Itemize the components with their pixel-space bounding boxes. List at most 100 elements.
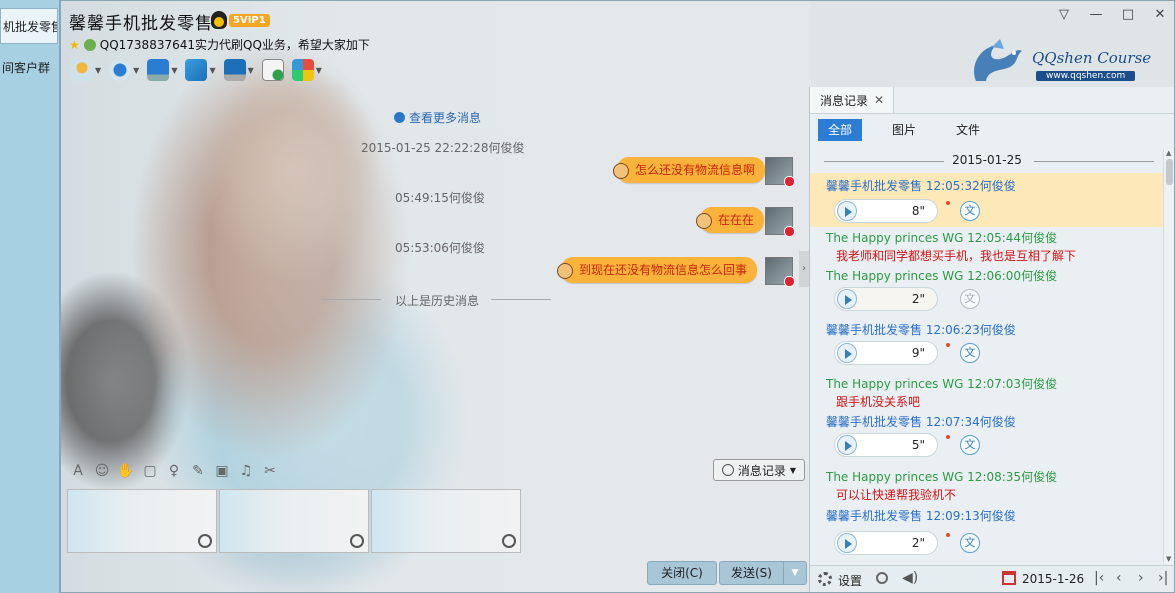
emoji-icon[interactable]: ☺ [93,462,111,480]
translate-icon[interactable]: 文 [960,343,980,363]
tab-message-history[interactable]: 消息记录 ✕ [810,87,894,113]
status-icon [83,38,96,51]
sticker-icon[interactable]: ▢ [141,462,159,480]
screenshot-thumbnail[interactable] [67,489,217,553]
settings-button[interactable]: 设置 [838,572,862,589]
history-date[interactable]: 2015-1-26 [1022,572,1084,586]
message-history-label: 消息记录 [737,463,786,478]
history-record: The Happy princes WG 12:06:00何俊俊 2" 文 [810,267,1164,319]
record-text: 跟手机没关系吧 [836,395,921,409]
file-transfer-icon [185,59,208,81]
voice-message[interactable]: 2" [834,287,938,311]
history-record: 馨馨手机批发零售 12:09:13何俊俊 2" 文 [810,507,1164,559]
remote-desktop-button[interactable]: ▼ [222,57,256,83]
close-icon[interactable]: ✕ [874,93,884,107]
chevron-down-icon[interactable]: ▼ [95,66,101,75]
voice-duration: 8" [911,204,925,218]
voice-message[interactable]: 8" [834,199,938,223]
history-bottom-bar: 设置 ◀) 2015-1-26 |‹ ‹ › ›| [810,565,1174,592]
apps-button[interactable]: ▼ [290,57,324,83]
chevron-down-icon[interactable]: ▼ [171,66,177,75]
calendar-icon[interactable] [1002,571,1016,585]
prev-page-icon[interactable]: ‹ [1116,570,1122,586]
voice-message[interactable]: 9" [834,341,938,365]
close-window-button[interactable]: ✕ [1144,7,1174,22]
video-call-button[interactable]: ▼ [107,57,141,83]
contact-signature: ★ QQ1738837641实力代刷QQ业务，希望大家加下 [69,36,370,53]
gear-icon[interactable] [818,572,832,586]
chat-toolbar: ▼ ▼ ▼ ▼ ▼ ▼ [69,57,324,83]
play-icon[interactable] [837,201,857,221]
chat-header: 馨馨手机批发零售 5VIP1 ★ QQ1738837641实力代刷QQ业务，希望… [61,1,1174,87]
send-button[interactable]: 发送(S) [719,561,783,585]
last-page-icon[interactable]: ›| [1158,570,1168,586]
scroll-down-icon[interactable]: ▼ [1166,555,1171,563]
emoji-face-icon [613,163,629,179]
minimize-button[interactable]: — [1080,7,1112,22]
shake-icon[interactable]: ✋ [117,462,135,480]
voice-call-button[interactable]: ▼ [69,57,103,83]
input-toolbar: A ☺ ✋ ▢ ♀ ✎ ▣ ♫ ✂ 消息记录 ▼ [61,457,809,485]
send-options-dropdown[interactable]: ▼ [783,561,807,585]
screenshot-thumbnail[interactable] [371,489,521,553]
file-transfer-button[interactable]: ▼ [183,57,217,83]
filter-images[interactable]: 图片 [882,119,926,141]
speaker-icon[interactable]: ◀) [902,570,918,586]
zoom-icon[interactable] [350,534,364,548]
unread-dot [946,201,950,205]
add-chat-button[interactable] [260,57,286,83]
play-icon[interactable] [837,533,857,553]
search-icon[interactable] [876,572,888,584]
first-page-icon[interactable]: |‹ [1094,570,1104,586]
screenshot-thumbnail[interactable] [219,489,369,553]
scroll-up-icon[interactable]: ▲ [1166,149,1171,157]
translate-icon[interactable]: 文 [960,201,980,221]
voice-message-icon[interactable]: ♀ [165,462,183,480]
brand-logo: QQshen Course www.qqshen.com [966,37,1174,93]
avatar[interactable] [765,157,795,187]
zoom-icon[interactable] [198,534,212,548]
filter-files[interactable]: 文件 [946,119,990,141]
zoom-icon[interactable] [502,534,516,548]
voice-duration: 9" [911,346,925,360]
edit-icon[interactable]: ✎ [189,462,207,480]
avatar[interactable] [765,207,795,237]
filter-all[interactable]: 全部 [818,118,863,141]
maximize-button[interactable]: □ [1112,7,1144,22]
scissors-icon[interactable]: ✂ [261,462,279,480]
scrollbar-thumb[interactable] [1166,159,1173,185]
play-icon[interactable] [837,343,857,363]
screenshot-thumbnails [67,489,521,553]
translate-icon[interactable]: 文 [960,435,980,455]
penguin-icon [211,11,227,29]
font-icon[interactable]: A [69,462,87,480]
voice-message[interactable]: 2" [834,531,938,555]
next-page-icon[interactable]: › [1138,570,1144,586]
panel-collapse-handle[interactable]: › [799,251,809,287]
close-button[interactable]: 关闭(C) [647,561,717,585]
add-chat-icon [261,59,284,81]
record-sender: The Happy princes WG 12:07:03何俊俊 [826,377,1058,391]
chevron-down-icon[interactable]: ▼ [209,66,215,75]
chevron-down-icon[interactable]: ▼ [133,66,139,75]
left-strip-item-1[interactable]: 机批发零售 [0,8,58,44]
avatar[interactable] [765,257,795,287]
chevron-down-icon[interactable]: ▼ [248,66,254,75]
play-icon[interactable] [837,289,857,309]
menu-button[interactable]: ▽ [1048,7,1080,22]
translate-icon[interactable]: 文 [960,533,980,553]
voice-message[interactable]: 5" [834,433,938,457]
microphone-icon [71,59,93,81]
music-icon[interactable]: ♫ [237,462,255,480]
message-history-button[interactable]: 消息记录 ▼ [712,459,805,481]
translate-icon[interactable]: 文 [960,289,980,309]
more-messages-link[interactable]: 查看更多消息 [394,109,481,126]
play-icon[interactable] [837,435,857,455]
history-divider: 以上是历史消息 [321,292,581,308]
history-record: 馨馨手机批发零售 12:06:23何俊俊 9" 文 [810,321,1164,373]
left-strip-item-2[interactable]: 间客户群 [0,50,58,86]
history-scrollbar[interactable]: ▲ ▼ [1163,149,1174,563]
image-icon[interactable]: ▣ [213,462,231,480]
screen-share-button[interactable]: ▼ [145,57,179,83]
chevron-down-icon[interactable]: ▼ [316,66,322,75]
